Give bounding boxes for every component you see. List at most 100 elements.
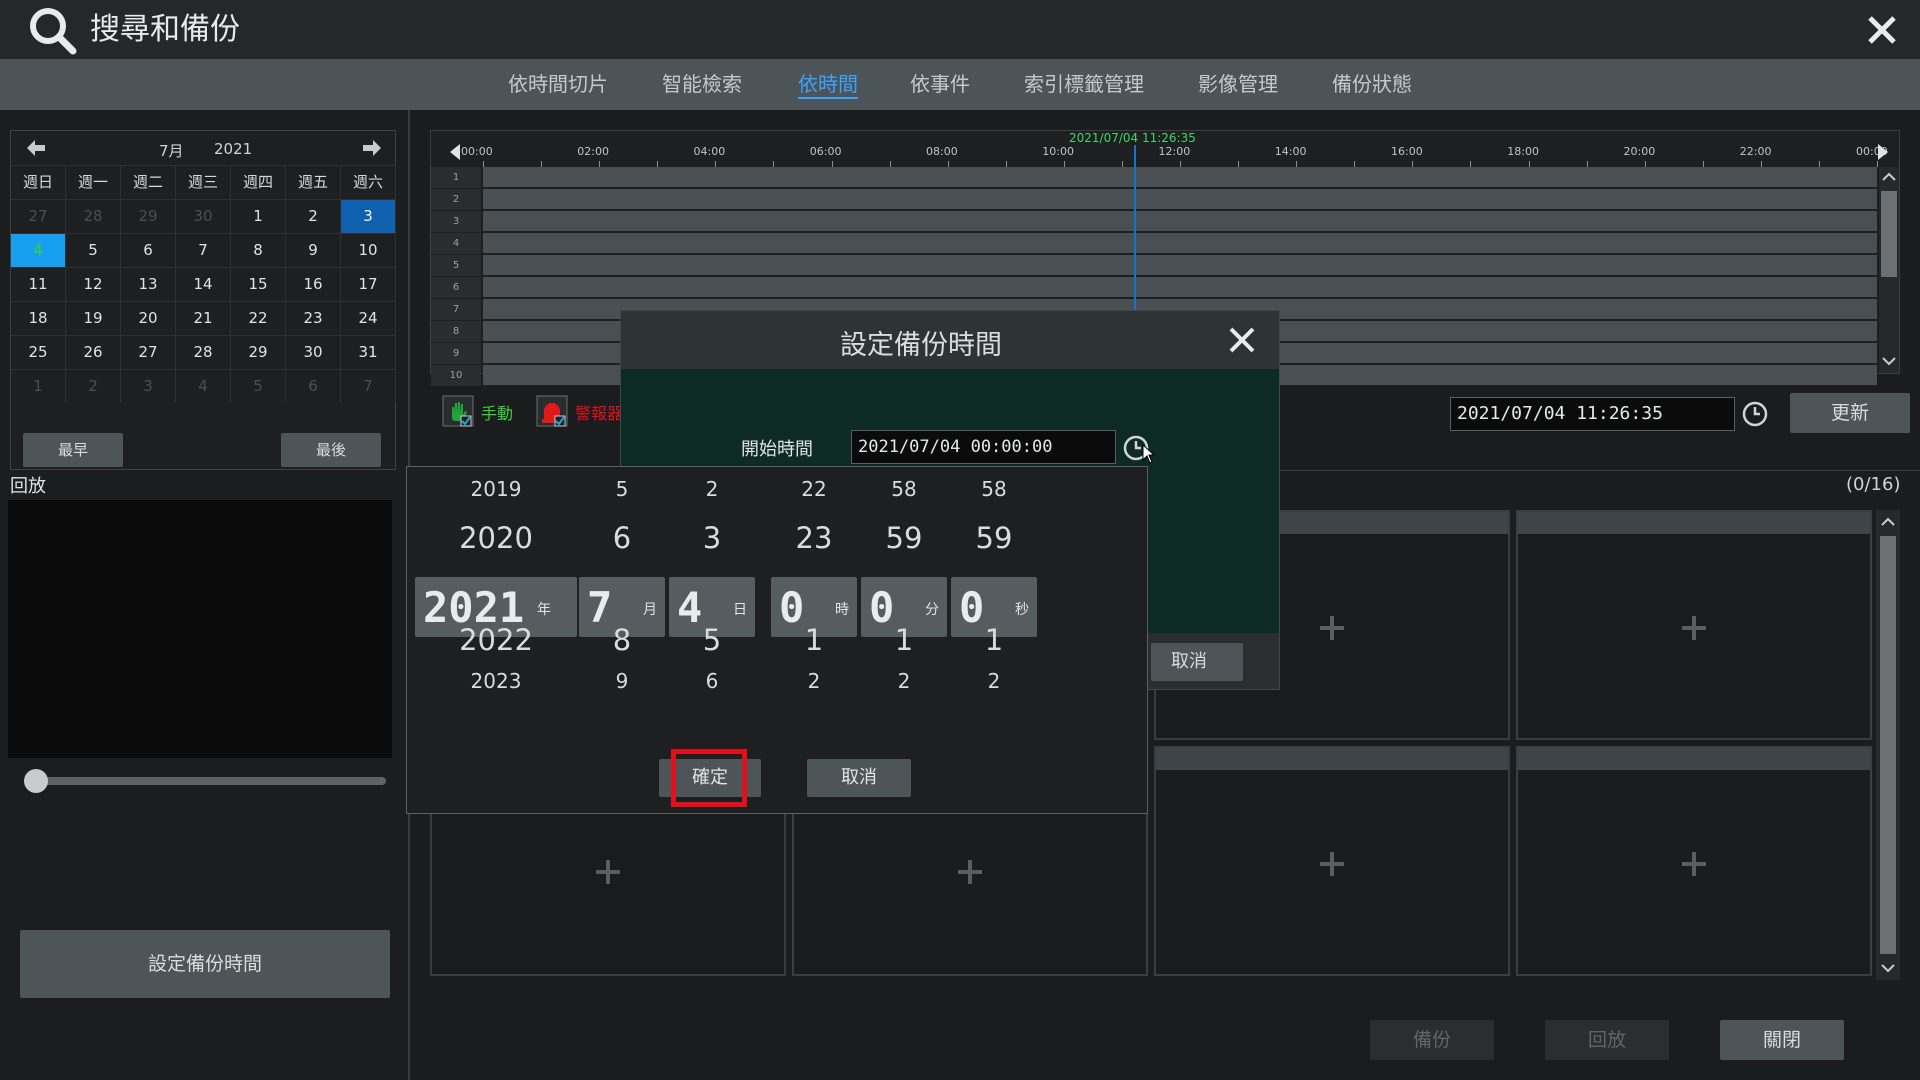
timeline-scrollbar[interactable] bbox=[1879, 167, 1899, 373]
picker-option[interactable]: 8 bbox=[579, 623, 665, 657]
picker-option[interactable]: 9 bbox=[579, 669, 665, 693]
alarm-checkbox[interactable] bbox=[536, 395, 568, 427]
play-right-icon[interactable] bbox=[1875, 143, 1891, 161]
picker-column-year[interactable]: 2019 2020 2021 年 2022 2023 bbox=[415, 467, 577, 727]
calendar-day[interactable]: 21 bbox=[176, 301, 231, 335]
start-time-field[interactable]: 2021/07/04 00:00:00 bbox=[851, 430, 1116, 464]
calendar-day[interactable]: 30 bbox=[286, 335, 341, 369]
tab-image-management[interactable]: 影像管理 bbox=[1198, 71, 1278, 97]
close-button[interactable]: 關閉 bbox=[1720, 1020, 1844, 1060]
calendar-day[interactable]: 10 bbox=[341, 233, 396, 267]
picker-option[interactable]: 2 bbox=[669, 477, 755, 501]
channel-record-bar[interactable] bbox=[483, 277, 1877, 298]
calendar-day[interactable]: 29 bbox=[231, 335, 286, 369]
calendar-day[interactable]: 7 bbox=[176, 233, 231, 267]
picker-option[interactable]: 1 bbox=[861, 623, 947, 657]
tab-smart-search[interactable]: 智能檢索 bbox=[662, 71, 742, 97]
calendar-day[interactable]: 20 bbox=[121, 301, 176, 335]
picker-option[interactable]: 2019 bbox=[415, 477, 577, 501]
latest-button[interactable]: 最後 bbox=[281, 433, 381, 467]
picker-option[interactable]: 2020 bbox=[415, 521, 577, 555]
calendar-day[interactable]: 22 bbox=[231, 301, 286, 335]
timeline-channel-row[interactable]: 2 bbox=[431, 189, 1877, 211]
channel-slot[interactable] bbox=[1516, 746, 1872, 976]
picker-option[interactable]: 3 bbox=[669, 521, 755, 555]
calendar-day[interactable]: 9 bbox=[286, 233, 341, 267]
calendar-day[interactable]: 27 bbox=[121, 335, 176, 369]
calendar-day[interactable]: 28 bbox=[176, 335, 231, 369]
picker-option[interactable]: 5 bbox=[669, 623, 755, 657]
picker-option[interactable]: 23 bbox=[771, 521, 857, 555]
calendar-day[interactable]: 26 bbox=[66, 335, 121, 369]
channel-record-bar[interactable] bbox=[483, 233, 1877, 254]
tab-tag-management[interactable]: 索引標籤管理 bbox=[1024, 71, 1144, 97]
picker-column-month[interactable]: 567月89 bbox=[579, 467, 665, 727]
timeline-channel-row[interactable]: 6 bbox=[431, 277, 1877, 299]
timeline-scroll-thumb[interactable] bbox=[1881, 191, 1897, 277]
dialog-cancel-button[interactable]: 取消 bbox=[1151, 643, 1243, 681]
channel-record-bar[interactable] bbox=[483, 255, 1877, 276]
calendar-day[interactable]: 4 bbox=[11, 233, 66, 267]
picker-option[interactable]: 6 bbox=[579, 521, 665, 555]
calendar-day[interactable]: 25 bbox=[11, 335, 66, 369]
playback-button[interactable]: 回放 bbox=[1545, 1020, 1669, 1060]
playback-time-field[interactable]: 2021/07/04 11:26:35 bbox=[1450, 397, 1735, 431]
channel-record-bar[interactable] bbox=[483, 189, 1877, 210]
play-left-icon[interactable] bbox=[447, 143, 463, 161]
playback-slider-handle[interactable] bbox=[24, 769, 48, 793]
channel-record-bar[interactable] bbox=[483, 167, 1877, 188]
picker-column-day[interactable]: 234日56 bbox=[669, 467, 755, 727]
calendar-day[interactable]: 5 bbox=[66, 233, 121, 267]
calendar-day[interactable]: 3 bbox=[341, 199, 396, 233]
calendar-day[interactable]: 16 bbox=[286, 267, 341, 301]
picker-column-second[interactable]: 58 59 0 秒 1 2 bbox=[951, 467, 1037, 727]
picker-option[interactable]: 58 bbox=[861, 477, 947, 501]
close-icon[interactable] bbox=[1862, 10, 1902, 50]
calendar-day[interactable]: 13 bbox=[121, 267, 176, 301]
picker-column-minute[interactable]: 58 59 0 分 1 2 bbox=[861, 467, 947, 727]
picker-option[interactable]: 6 bbox=[669, 669, 755, 693]
tab-by-event[interactable]: 依事件 bbox=[910, 71, 970, 97]
picker-option[interactable]: 59 bbox=[951, 521, 1037, 555]
calendar-day[interactable]: 1 bbox=[231, 199, 286, 233]
picker-option[interactable]: 22 bbox=[771, 477, 857, 501]
manual-record-checkbox[interactable] bbox=[442, 395, 474, 427]
grid-scrollbar[interactable] bbox=[1876, 510, 1900, 980]
calendar-day[interactable]: 31 bbox=[341, 335, 396, 369]
picker-option[interactable]: 5 bbox=[579, 477, 665, 501]
timeline-channel-row[interactable]: 3 bbox=[431, 211, 1877, 233]
timeline-channel-row[interactable]: 5 bbox=[431, 255, 1877, 277]
calendar-day[interactable]: 2 bbox=[286, 199, 341, 233]
picker-option[interactable]: 2 bbox=[771, 669, 857, 693]
timeline-channel-row[interactable]: 4 bbox=[431, 233, 1877, 255]
picker-option[interactable]: 1 bbox=[951, 623, 1037, 657]
channel-slot[interactable] bbox=[1516, 510, 1872, 740]
tab-backup-status[interactable]: 備份狀態 bbox=[1332, 71, 1412, 97]
picker-option[interactable]: 2022 bbox=[415, 623, 577, 657]
picker-option[interactable]: 2023 bbox=[415, 669, 577, 693]
arrow-right-icon[interactable] bbox=[359, 135, 385, 161]
chevron-up-icon[interactable] bbox=[1881, 169, 1897, 185]
calendar-day[interactable]: 18 bbox=[11, 301, 66, 335]
set-backup-time-button[interactable]: 設定備份時間 bbox=[20, 930, 390, 998]
calendar-day[interactable]: 23 bbox=[286, 301, 341, 335]
channel-slot[interactable] bbox=[1154, 746, 1510, 976]
arrow-left-icon[interactable] bbox=[23, 135, 49, 161]
chevron-up-icon[interactable] bbox=[1880, 514, 1896, 530]
channel-record-bar[interactable] bbox=[483, 211, 1877, 232]
calendar-day[interactable]: 19 bbox=[66, 301, 121, 335]
calendar-day[interactable]: 6 bbox=[121, 233, 176, 267]
calendar-day[interactable]: 17 bbox=[341, 267, 396, 301]
calendar-day[interactable]: 15 bbox=[231, 267, 286, 301]
close-icon[interactable] bbox=[1227, 325, 1257, 355]
tab-time-slice[interactable]: 依時間切片 bbox=[508, 71, 608, 97]
chevron-down-icon[interactable] bbox=[1881, 353, 1897, 369]
picker-option[interactable]: 58 bbox=[951, 477, 1037, 501]
calendar-day[interactable]: 12 bbox=[66, 267, 121, 301]
chevron-down-icon[interactable] bbox=[1880, 960, 1896, 976]
playback-slider[interactable] bbox=[28, 777, 386, 785]
picker-cancel-button[interactable]: 取消 bbox=[807, 759, 911, 797]
calendar-day[interactable]: 8 bbox=[231, 233, 286, 267]
earliest-button[interactable]: 最早 bbox=[23, 433, 123, 467]
picker-option[interactable]: 2 bbox=[861, 669, 947, 693]
